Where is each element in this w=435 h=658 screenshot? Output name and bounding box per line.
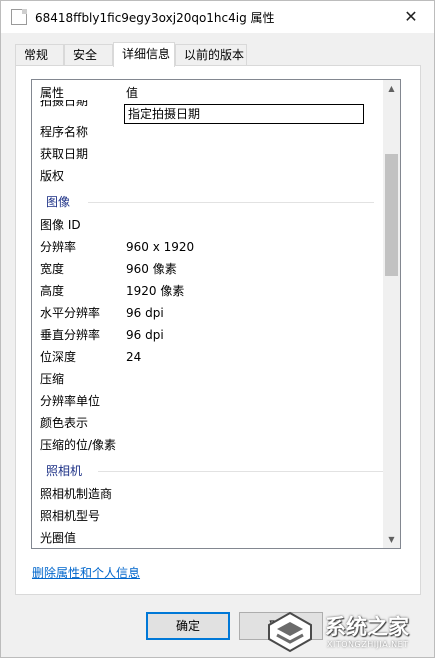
list-item[interactable]: 宽度 960 像素 [32,260,385,278]
group-image-heading: 图像 [46,195,71,209]
list-item[interactable]: 垂直分辨率 96 dpi [32,326,385,344]
row-key: 压缩 [40,372,65,386]
row-key: 分辨率 [40,240,77,254]
tab-general[interactable]: 常规 [15,44,64,66]
list-item[interactable]: 压缩的位/像素 [32,436,385,454]
group-divider [98,471,384,472]
cancel-button[interactable]: 取消 [239,612,323,640]
group-camera-heading: 照相机 [46,464,83,478]
close-icon: ✕ [404,7,418,26]
row-value: 1920 像素 [126,284,185,298]
scroll-down-icon[interactable]: ▼ [383,531,400,548]
row-value: 96 dpi [126,306,164,320]
title-bar: 68418ffbly1fic9egy3oxj20qo1hc4ig 属性 ✕ [1,1,434,33]
list-item[interactable]: 分辨率单位 [32,392,385,410]
scroll-thumb[interactable] [385,154,398,276]
list-item[interactable]: 压缩 [32,370,385,388]
row-key: 拍摄日期 [40,100,89,108]
scroll-up-icon[interactable]: ▲ [383,80,400,97]
row-value: 960 像素 [126,262,177,276]
row-value: 960 x 1920 [126,240,195,254]
row-key: 获取日期 [40,147,89,161]
row-key: 压缩的位/像素 [40,438,117,452]
list-item[interactable]: 高度 1920 像素 [32,282,385,300]
group-divider [88,202,374,203]
list-item[interactable]: 照相机型号 [32,507,385,525]
list-item[interactable]: 光圈值 [32,529,385,547]
row-key: 程序名称 [40,125,89,139]
row-key: 水平分辨率 [40,306,101,320]
window-title: 68418ffbly1fic9egy3oxj20qo1hc4ig 属性 [35,11,275,25]
list-item[interactable]: 程序名称 [32,123,385,141]
row-key: 光圈值 [40,531,77,545]
row-key: 位深度 [40,350,77,364]
list-item[interactable]: 水平分辨率 96 dpi [32,304,385,322]
row-key: 高度 [40,284,65,298]
row-key: 照相机制造商 [40,487,113,501]
watermark-text: 系统之家 [325,615,409,639]
tab-details[interactable]: 详细信息 [113,42,175,67]
close-button[interactable]: ✕ [388,1,434,32]
row-key: 分辨率单位 [40,394,101,408]
row-value: 96 dpi [126,328,164,342]
row-key: 图像 ID [40,218,81,232]
list-item[interactable]: 获取日期 [32,145,385,163]
properties-window: 68418ffbly1fic9egy3oxj20qo1hc4ig 属性 ✕ 常规… [0,0,435,658]
watermark-subtext: XITONGZHIJIA.NET [327,640,409,649]
row-key: 宽度 [40,262,65,276]
row-key: 垂直分辨率 [40,328,101,342]
list-item[interactable]: 分辨率 960 x 1920 [32,238,385,256]
list-item[interactable]: 版权 [32,167,385,185]
tab-previous-versions[interactable]: 以前的版本 [175,44,247,66]
row-key: 照相机型号 [40,509,101,523]
vertical-scrollbar[interactable]: ▲ ▼ [383,80,400,548]
list-item[interactable]: 照相机制造商 [32,485,385,503]
file-icon [11,9,27,25]
list-item[interactable]: 颜色表示 [32,414,385,432]
list-item[interactable]: 位深度 24 [32,348,385,366]
remove-properties-link[interactable]: 删除属性和个人信息 [32,564,140,581]
list-item[interactable]: 图像 ID [32,216,385,234]
property-list[interactable]: 属性 值 拍摄日期 指定拍摄日期 程序名称 获取日期 版权 图像 图像 ID 分… [31,79,401,549]
row-key: 颜色表示 [40,416,89,430]
date-taken-input[interactable]: 指定拍摄日期 [124,104,364,124]
row-value: 24 [126,350,142,364]
tab-security[interactable]: 安全 [64,44,113,66]
ok-button[interactable]: 确定 [146,612,230,640]
tab-strip: 常规 安全 详细信息 以前的版本 [15,42,247,67]
row-key: 版权 [40,169,65,183]
